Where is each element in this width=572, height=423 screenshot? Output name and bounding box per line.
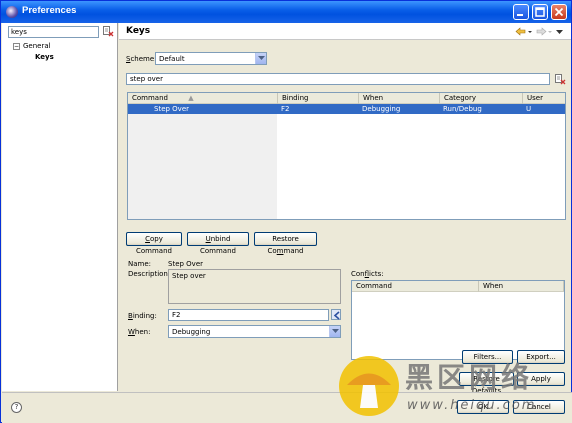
binding-input[interactable]: F2: [168, 309, 329, 321]
preference-tree-pane: keys − General Keys: [2, 23, 118, 391]
view-menu-icon[interactable]: [556, 27, 564, 38]
when-value: Debugging: [172, 328, 211, 336]
table-header: Command ▲ Binding When Category User: [128, 93, 565, 104]
collapse-icon[interactable]: −: [13, 42, 20, 50]
restore-command-button[interactable]: Restore Command: [254, 232, 317, 255]
column-header-command[interactable]: Command ▲: [128, 93, 278, 104]
chevron-left-icon: [333, 311, 340, 320]
conflicts-label: Conflicts:: [351, 270, 384, 278]
tree-item-general[interactable]: − General: [13, 42, 51, 50]
chevron-down-icon[interactable]: [329, 326, 340, 337]
forward-arrow-icon[interactable]: [535, 27, 547, 38]
close-icon: [554, 7, 564, 17]
tree-item-keys[interactable]: Keys: [35, 53, 54, 61]
minimize-button[interactable]: [513, 4, 529, 20]
help-icon[interactable]: ?: [11, 402, 22, 413]
sort-ascending-icon: ▲: [188, 94, 194, 102]
column-header-when[interactable]: When: [359, 93, 440, 104]
window-title: Preferences: [22, 5, 77, 16]
column-header-binding[interactable]: Binding: [278, 93, 359, 104]
column-header-user[interactable]: User: [523, 93, 565, 104]
cell-when: Debugging: [362, 105, 401, 113]
binding-menu-button[interactable]: [331, 309, 341, 320]
conflicts-column-command[interactable]: Command: [352, 281, 479, 292]
clear-search-icon[interactable]: [555, 74, 566, 85]
keys-page: Keys Scheme: Default step over Command ▲…: [119, 23, 571, 395]
watermark: 黑区网络 www.heiqu.com: [337, 352, 567, 422]
page-header: Keys: [119, 23, 571, 40]
name-label: Name:: [128, 260, 152, 268]
chevron-down-icon[interactable]: [255, 53, 266, 64]
title-bar[interactable]: Preferences: [1, 1, 571, 23]
close-button[interactable]: [551, 4, 567, 20]
watermark-url: www.heiqu.com: [407, 398, 537, 413]
column-header-category[interactable]: Category: [440, 93, 523, 104]
scheme-label: Scheme:: [126, 55, 157, 63]
back-arrow-icon[interactable]: [515, 27, 527, 38]
scheme-value: Default: [159, 55, 185, 63]
when-label: When:: [128, 328, 151, 336]
binding-label: Binding:: [128, 312, 157, 320]
copy-command-button[interactable]: Copy Command: [126, 232, 182, 255]
cell-binding: F2: [281, 105, 290, 113]
cell-user: U: [526, 105, 532, 113]
bindings-table[interactable]: Command ▲ Binding When Category User Ste…: [127, 92, 566, 220]
minimize-icon: [517, 14, 523, 16]
watermark-brand: 黑区网络: [405, 361, 534, 394]
maximize-button[interactable]: [532, 4, 548, 20]
description-field: Step over: [168, 269, 341, 304]
conflicts-column-when[interactable]: When: [479, 281, 564, 292]
page-title: Keys: [126, 26, 151, 36]
table-empty-area: [128, 114, 277, 219]
description-label: Description:: [128, 270, 171, 278]
conflicts-table[interactable]: Command When: [351, 280, 565, 360]
when-select[interactable]: Debugging: [168, 325, 341, 338]
preferences-window: Preferences keys − General Keys Keys Sch…: [0, 0, 572, 423]
cell-category: Run/Debug: [443, 105, 482, 113]
filter-input[interactable]: keys: [8, 26, 99, 38]
eclipse-icon: [6, 6, 18, 18]
mushroom-logo: [339, 356, 399, 416]
clear-filter-icon[interactable]: [103, 26, 114, 37]
cell-command: Step Over: [154, 105, 189, 113]
tree-item-label: General: [23, 42, 51, 50]
history-navigation: [515, 27, 565, 36]
command-search-input[interactable]: step over: [126, 73, 550, 85]
scheme-select[interactable]: Default: [155, 52, 267, 65]
unbind-command-button[interactable]: Unbind Command: [187, 232, 249, 255]
name-value: Step Over: [168, 260, 203, 268]
back-dropdown-icon[interactable]: [528, 27, 533, 38]
forward-dropdown-icon[interactable]: [548, 27, 553, 38]
table-row[interactable]: Step Over F2 Debugging Run/Debug U: [128, 104, 565, 114]
maximize-icon: [535, 7, 545, 17]
